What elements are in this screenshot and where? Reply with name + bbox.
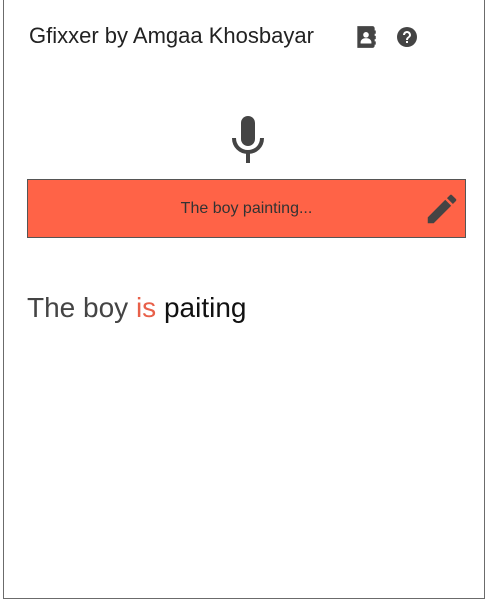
- inserted-word: is: [135, 292, 157, 323]
- app-frame: Gfixxer by Amgaa Khosbayar The boy paint…: [3, 0, 485, 599]
- microphone-button[interactable]: [230, 116, 266, 166]
- contacts-button[interactable]: [351, 20, 381, 54]
- pencil-icon: [427, 194, 457, 224]
- misspelled-word: paiting: [163, 292, 247, 323]
- microphone-icon: [232, 116, 264, 163]
- app-title: Gfixxer by Amgaa Khosbayar: [29, 23, 314, 48]
- corrected-sentence: The boy is paiting: [27, 292, 246, 324]
- help-button[interactable]: [392, 20, 422, 54]
- contacts-book-icon: [357, 26, 376, 48]
- help-circle-icon: [397, 27, 417, 47]
- header: Gfixxer by Amgaa Khosbayar: [29, 20, 484, 54]
- speech-input-text: The boy painting...: [180, 199, 313, 217]
- edit-button[interactable]: [423, 190, 461, 228]
- sentence-word: The boy: [27, 292, 129, 323]
- speech-input-bar[interactable]: The boy painting...: [27, 179, 466, 238]
